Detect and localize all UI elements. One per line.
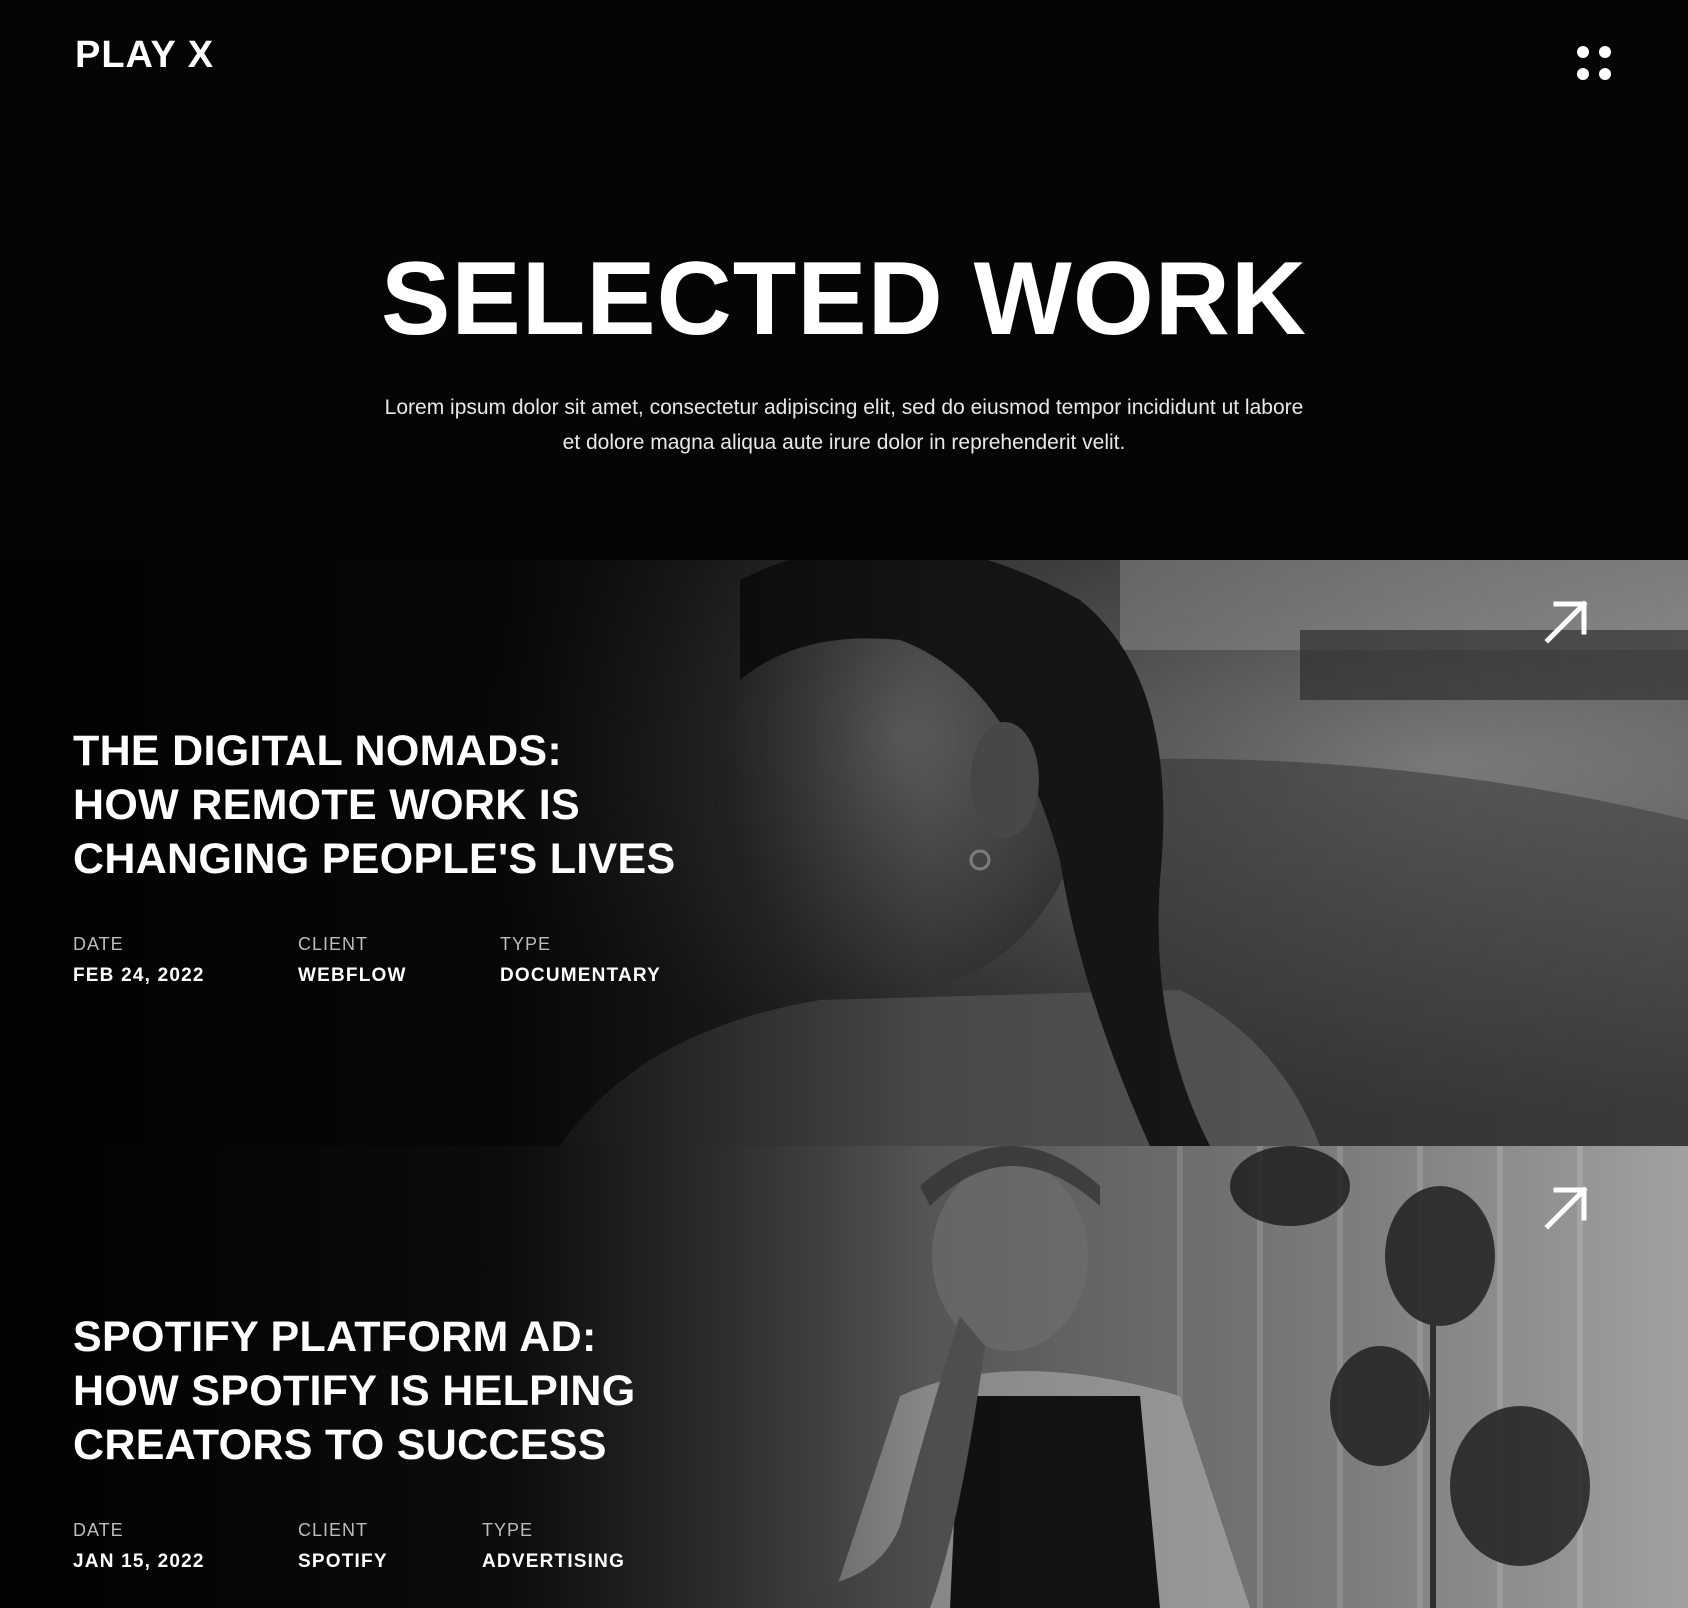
meta-type: TYPE DOCUMENTARY xyxy=(500,934,661,987)
page-subtitle: Lorem ipsum dolor sit amet, consectetur … xyxy=(384,395,1304,454)
site-header: PLAY X xyxy=(0,0,1688,120)
logo[interactable]: PLAY X xyxy=(75,36,214,74)
meta-client: CLIENT WEBFLOW xyxy=(298,934,407,987)
meta-client-value: SPOTIFY xyxy=(298,1551,388,1572)
project-title[interactable]: THE DIGITAL NOMADS: HOW REMOTE WORK IS C… xyxy=(73,724,793,886)
meta-date: DATE FEB 24, 2022 xyxy=(73,934,205,987)
menu-button[interactable] xyxy=(1571,40,1619,88)
meta-date-value: FEB 24, 2022 xyxy=(73,965,205,986)
meta-client-value: WEBFLOW xyxy=(298,965,407,986)
arrow-up-right-icon[interactable] xyxy=(1540,596,1592,648)
meta-client-label: CLIENT xyxy=(298,934,369,954)
meta-type-label: TYPE xyxy=(500,934,552,954)
meta-type: TYPE ADVERTISING xyxy=(482,1520,625,1573)
arrow-up-right-icon[interactable] xyxy=(1540,1182,1592,1234)
meta-type-value: DOCUMENTARY xyxy=(500,965,661,986)
meta-client: CLIENT SPOTIFY xyxy=(298,1520,388,1573)
meta-date-value: JAN 15, 2022 xyxy=(73,1551,205,1572)
page-title: SELECTED WORK xyxy=(381,241,1307,357)
meta-date-label: DATE xyxy=(73,934,124,954)
meta-type-label: TYPE xyxy=(482,1520,534,1540)
project-title[interactable]: SPOTIFY PLATFORM AD: HOW SPOTIFY IS HELP… xyxy=(73,1310,793,1472)
meta-date: DATE JAN 15, 2022 xyxy=(73,1520,205,1573)
hero-section: SELECTED WORK Lorem ipsum dolor sit amet… xyxy=(0,240,1688,460)
meta-type-value: ADVERTISING xyxy=(482,1551,626,1572)
meta-date-label: DATE xyxy=(73,1520,124,1540)
project-card[interactable]: THE DIGITAL NOMADS: HOW REMOTE WORK IS C… xyxy=(0,560,1688,1146)
meta-client-label: CLIENT xyxy=(298,1520,369,1540)
project-card[interactable]: SPOTIFY PLATFORM AD: HOW SPOTIFY IS HELP… xyxy=(0,1146,1688,1608)
